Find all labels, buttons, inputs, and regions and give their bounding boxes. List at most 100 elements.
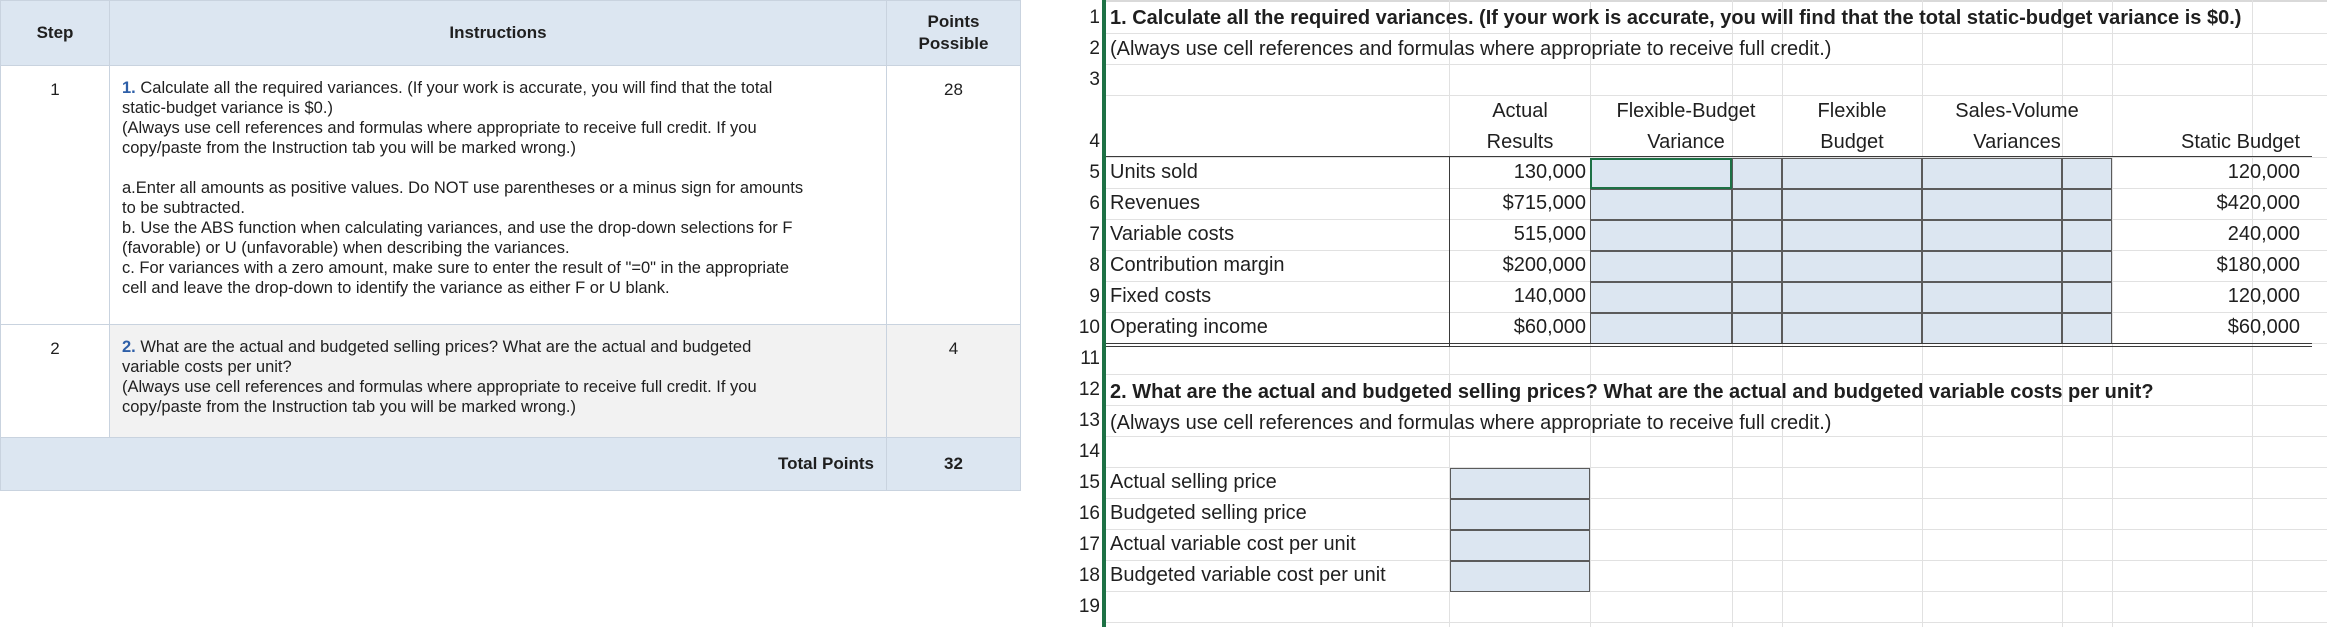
instruction-subline: c. For variances with a zero amount, mak…	[122, 259, 790, 277]
header-instructions: Instructions	[109, 0, 887, 66]
actual-results-cell[interactable]: $200,000	[1450, 250, 1586, 281]
row-number[interactable]: 18	[1062, 560, 1100, 591]
sales-volume-variance-input[interactable]	[1922, 251, 2062, 282]
static-budget-cell[interactable]: 120,000	[2112, 157, 2300, 188]
flexible-budget-input[interactable]	[1782, 282, 1922, 313]
svv-favorability-dropdown[interactable]	[2062, 313, 2112, 344]
part2-answer-input[interactable]	[1450, 468, 1590, 499]
flexible-budget-input[interactable]	[1782, 189, 1922, 220]
instruction-line: (Always use cell references and formulas…	[122, 119, 757, 137]
static-budget-cell[interactable]: 240,000	[2112, 219, 2300, 250]
instruction-number: 1.	[122, 79, 136, 97]
header-flex-line2: Budget	[1820, 131, 1884, 153]
actual-results-cell[interactable]: 140,000	[1450, 281, 1586, 312]
total-points-value: 32	[886, 437, 1021, 491]
row-number[interactable]: 6	[1062, 188, 1100, 219]
part2-answer-input[interactable]	[1450, 530, 1590, 561]
instruction-number: 2.	[122, 338, 136, 356]
part2-answer-input[interactable]	[1450, 499, 1590, 530]
row-number[interactable]: 7	[1062, 219, 1100, 250]
row-number[interactable]: 5	[1062, 157, 1100, 188]
part2-label: Budgeted variable cost per unit	[1110, 564, 1386, 586]
flexible-budget-input[interactable]	[1782, 313, 1922, 344]
header-fbv-line1: Flexible-Budget	[1616, 100, 1756, 122]
header-points-possible: Points Possible	[886, 0, 1021, 66]
flexible-budget-variance-input[interactable]	[1590, 158, 1732, 189]
instruction-subline: cell and leave the drop-down to identify…	[122, 279, 670, 297]
row-label: Variable costs	[1110, 223, 1235, 245]
flexible-budget-variance-input[interactable]	[1590, 251, 1732, 282]
flexible-budget-input[interactable]	[1782, 251, 1922, 282]
total-row: Total Points 32	[0, 437, 1021, 491]
row-label: Revenues	[1110, 192, 1201, 214]
fbv-favorability-dropdown[interactable]	[1732, 189, 1782, 220]
sales-volume-variance-input[interactable]	[1922, 220, 2062, 251]
static-budget-cell[interactable]: $180,000	[2112, 250, 2300, 281]
part2-label: Actual variable cost per unit	[1110, 533, 1356, 555]
flexible-budget-variance-input[interactable]	[1590, 220, 1732, 251]
svv-favorability-dropdown[interactable]	[2062, 158, 2112, 189]
flexible-budget-variance-input[interactable]	[1590, 282, 1732, 313]
header-actual-line1: Actual	[1492, 100, 1548, 122]
row-number[interactable]: 8	[1062, 250, 1100, 281]
row-number[interactable]: 16	[1062, 498, 1100, 529]
actual-results-cell[interactable]: 130,000	[1450, 157, 1586, 188]
row-number[interactable]: 15	[1062, 467, 1100, 498]
row-number[interactable]: 2	[1062, 33, 1100, 64]
row-number[interactable]: 11	[1062, 343, 1100, 374]
instruction-text: 1. Calculate all the required variances.…	[109, 65, 887, 325]
row-label: Operating income	[1110, 316, 1268, 338]
instruction-line: (Always use cell references and formulas…	[122, 378, 757, 396]
header-actual-line2: Results	[1486, 131, 1554, 153]
part2-label: Budgeted selling price	[1110, 502, 1307, 524]
static-budget-cell[interactable]: $60,000	[2112, 312, 2300, 343]
row-number[interactable]: 3	[1062, 64, 1100, 95]
flexible-budget-input[interactable]	[1782, 220, 1922, 251]
fbv-favorability-dropdown[interactable]	[1732, 313, 1782, 344]
part2-label: Actual selling price	[1110, 471, 1277, 493]
flexible-budget-variance-input[interactable]	[1590, 313, 1732, 344]
actual-results-cell[interactable]: $715,000	[1450, 188, 1586, 219]
flexible-budget-input[interactable]	[1782, 158, 1922, 189]
row-number[interactable]: 14	[1062, 436, 1100, 467]
row-number[interactable]: 9	[1062, 281, 1100, 312]
actual-results-cell[interactable]: 515,000	[1450, 219, 1586, 250]
part2-answer-input[interactable]	[1450, 561, 1590, 592]
row-number[interactable]: 17	[1062, 529, 1100, 560]
sales-volume-variance-input[interactable]	[1922, 189, 2062, 220]
instruction-subline: to be subtracted.	[122, 199, 245, 217]
row-label: Contribution margin	[1110, 254, 1285, 276]
fbv-favorability-dropdown[interactable]	[1732, 220, 1782, 251]
row-number[interactable]: 12	[1062, 374, 1100, 405]
instruction-text: 2. What are the actual and budgeted sell…	[109, 324, 887, 438]
svv-favorability-dropdown[interactable]	[2062, 189, 2112, 220]
total-points-label: Total Points	[0, 437, 887, 491]
fbv-favorability-dropdown[interactable]	[1732, 251, 1782, 282]
fbv-favorability-dropdown[interactable]	[1732, 282, 1782, 313]
instruction-line: variable costs per unit?	[122, 358, 292, 376]
instruction-row-2: 2 2. What are the actual and budgeted se…	[0, 324, 1021, 438]
svv-favorability-dropdown[interactable]	[2062, 282, 2112, 313]
sales-volume-variance-input[interactable]	[1922, 282, 2062, 313]
header-svv-line2: Variances	[1973, 131, 2061, 153]
sheet-title-2: 2. What are the actual and budgeted sell…	[1110, 381, 2154, 403]
instruction-line: Calculate all the required variances. (I…	[140, 79, 773, 97]
actual-results-cell[interactable]: $60,000	[1450, 312, 1586, 343]
instruction-subline: a.Enter all amounts as positive values. …	[122, 179, 804, 197]
spreadsheet: 1 2 3 4 5 6 7 8 9 10 11 12 13 14 15 16 17 18 19 1. Calcula…	[1062, 0, 2327, 627]
row-number[interactable]: 4	[1062, 126, 1100, 157]
svv-favorability-dropdown[interactable]	[2062, 251, 2112, 282]
static-budget-cell[interactable]: $420,000	[2112, 188, 2300, 219]
row-number[interactable]: 13	[1062, 405, 1100, 436]
fbv-favorability-dropdown[interactable]	[1732, 158, 1782, 189]
svv-favorability-dropdown[interactable]	[2062, 220, 2112, 251]
sales-volume-variance-input[interactable]	[1922, 158, 2062, 189]
points-value: 4	[886, 324, 1021, 438]
static-budget-cell[interactable]: 120,000	[2112, 281, 2300, 312]
row-number[interactable]: 10	[1062, 312, 1100, 343]
sales-volume-variance-input[interactable]	[1922, 313, 2062, 344]
instruction-row-1: 1 1. Calculate all the required variance…	[0, 65, 1021, 325]
row-number[interactable]: 19	[1062, 591, 1100, 622]
flexible-budget-variance-input[interactable]	[1590, 189, 1732, 220]
row-number[interactable]: 1	[1062, 2, 1100, 33]
